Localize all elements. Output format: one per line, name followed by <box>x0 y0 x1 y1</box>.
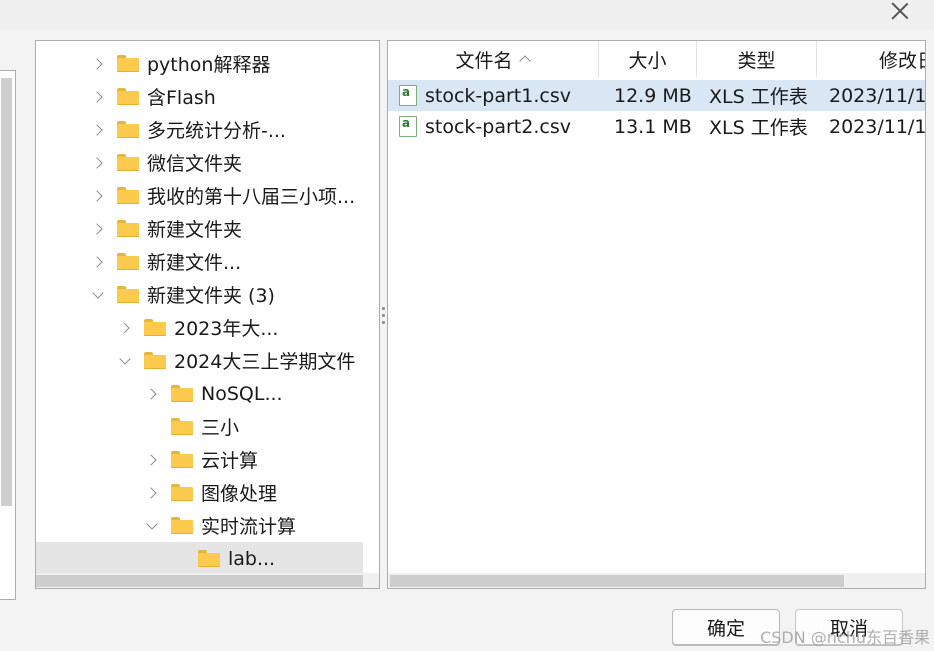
tree-item-label: 多元统计分析-... <box>147 120 286 142</box>
tree-item-label: 2024大三上学期文件 <box>174 351 356 373</box>
folder-icon <box>198 550 220 567</box>
tree-item[interactable]: 图像处理 <box>36 476 363 509</box>
splitter-grip-dot[interactable] <box>382 321 385 324</box>
chevron-down-icon[interactable] <box>119 355 131 367</box>
splitter-grip-dot[interactable] <box>382 314 385 317</box>
folder-icon <box>171 517 193 534</box>
file-list: 文件名 大小 类型 修改日 stock-part1.csv 12.9 MB XL… <box>387 40 926 589</box>
column-header-size-label: 大小 <box>628 49 667 72</box>
tree-item[interactable]: 含Flash <box>36 80 363 113</box>
folder-icon <box>117 220 139 237</box>
tree-item[interactable]: 2023年大... <box>36 311 363 344</box>
tree-item-label: 实时流计算 <box>201 516 297 538</box>
tree-item-label: 三小 <box>201 417 240 439</box>
tree-item[interactable]: 新建文件夹 <box>36 212 363 245</box>
tree-item-label: 新建文件... <box>147 252 242 274</box>
file-size: 12.9 MB <box>614 84 692 107</box>
column-header-size[interactable]: 大小 <box>599 41 696 77</box>
left-pane-scrollbar[interactable] <box>1 78 12 506</box>
file-modified: 2023/11/1 <box>829 84 926 107</box>
file-name: stock-part1.csv <box>425 84 571 107</box>
chevron-down-icon[interactable] <box>146 520 158 532</box>
column-header-type-label: 类型 <box>737 49 776 72</box>
tree-item[interactable]: 微信文件夹 <box>36 146 363 179</box>
watermark: CSDN @nchu东百香果 <box>760 628 930 647</box>
tree-item-label: 微信文件夹 <box>147 153 243 175</box>
tree-item[interactable]: 三小 <box>36 410 363 443</box>
tree-item[interactable]: 多元统计分析-... <box>36 113 363 146</box>
tree-item-label: 云计算 <box>201 450 259 472</box>
chevron-right-icon[interactable] <box>92 91 104 103</box>
folder-icon <box>117 187 139 204</box>
tree-item[interactable]: NoSQL... <box>36 377 363 410</box>
folder-icon <box>117 55 139 72</box>
file-modified: 2023/11/1 <box>829 115 926 138</box>
chevron-right-icon[interactable] <box>119 322 131 334</box>
tree-item-label: NoSQL... <box>201 382 283 405</box>
file-type: XLS 工作表 <box>709 86 808 108</box>
ok-button-label: 确定 <box>706 617 745 640</box>
tree-horizontal-scroll-thumb[interactable] <box>36 575 363 587</box>
chevron-right-icon[interactable] <box>146 454 158 466</box>
column-header-modified[interactable]: 修改日 <box>817 41 925 77</box>
file-name: stock-part2.csv <box>425 115 571 138</box>
chevron-right-icon[interactable] <box>92 190 104 202</box>
file-size: 13.1 MB <box>614 115 692 138</box>
chevron-down-icon[interactable] <box>92 289 104 301</box>
tree-item[interactable]: 实时流计算 <box>36 509 363 542</box>
tree-item-label: lab... <box>228 547 276 570</box>
tree-item-label: python解释器 <box>147 54 271 76</box>
folder-icon <box>171 451 193 468</box>
tree-item-label: 图像处理 <box>201 483 278 505</box>
chevron-right-icon[interactable] <box>146 388 158 400</box>
tree-item-label: 2023年大... <box>174 318 279 340</box>
column-header-type[interactable]: 类型 <box>697 41 816 77</box>
tree-item[interactable]: 我收的第十八届三小项... <box>36 179 363 212</box>
file-type: XLS 工作表 <box>709 117 808 139</box>
folder-icon <box>117 121 139 138</box>
file-row[interactable]: stock-part2.csv 13.1 MB XLS 工作表 2023/11/… <box>388 111 926 142</box>
tree-item[interactable]: 新建文件... <box>36 245 363 278</box>
folder-icon <box>117 253 139 270</box>
column-header-name-label: 文件名 <box>455 49 513 72</box>
chevron-right-icon[interactable] <box>92 256 104 268</box>
tree-item[interactable]: 云计算 <box>36 443 363 476</box>
folder-icon <box>144 319 166 336</box>
chevron-right-icon[interactable] <box>146 487 158 499</box>
title-bar <box>0 0 934 30</box>
folder-icon <box>117 154 139 171</box>
folder-icon <box>171 418 193 435</box>
column-header-modified-label: 修改日 <box>879 49 925 72</box>
splitter-grip-dot[interactable] <box>382 307 385 310</box>
column-header-name[interactable]: 文件名 <box>388 41 598 77</box>
tree-item[interactable]: 2024大三上学期文件 <box>36 344 363 377</box>
tree-item-label: 新建文件夹 <box>147 219 243 241</box>
tree-item-label: 我收的第十八届三小项... <box>147 186 356 208</box>
file-list-horizontal-scroll-thumb[interactable] <box>390 575 844 587</box>
chevron-right-icon[interactable] <box>92 58 104 70</box>
chevron-right-icon[interactable] <box>92 223 104 235</box>
chevron-right-icon[interactable] <box>92 157 104 169</box>
tree-item[interactable]: 新建文件夹 (3) <box>36 278 363 311</box>
folder-tree: lab... 实时流计算 图像处理 云计算 三小 NoSQL... 2024大三上学期文件 2… <box>35 40 380 589</box>
csv-file-icon <box>399 85 417 106</box>
tree-item[interactable]: python解释器 <box>36 47 363 80</box>
chevron-right-icon[interactable] <box>92 124 104 136</box>
folder-icon <box>117 286 139 303</box>
close-icon[interactable] <box>890 0 910 20</box>
tree-item-label: 新建文件夹 (3) <box>147 285 275 307</box>
folder-icon <box>144 352 166 369</box>
sort-ascending-icon <box>519 53 531 65</box>
tree-item-label: 含Flash <box>147 87 216 109</box>
csv-file-icon <box>399 116 417 137</box>
tree-item[interactable]: lab... <box>36 542 363 575</box>
file-row[interactable]: stock-part1.csv 12.9 MB XLS 工作表 2023/11/… <box>388 80 926 111</box>
folder-icon <box>171 484 193 501</box>
folder-icon <box>117 88 139 105</box>
folder-icon <box>171 385 193 402</box>
